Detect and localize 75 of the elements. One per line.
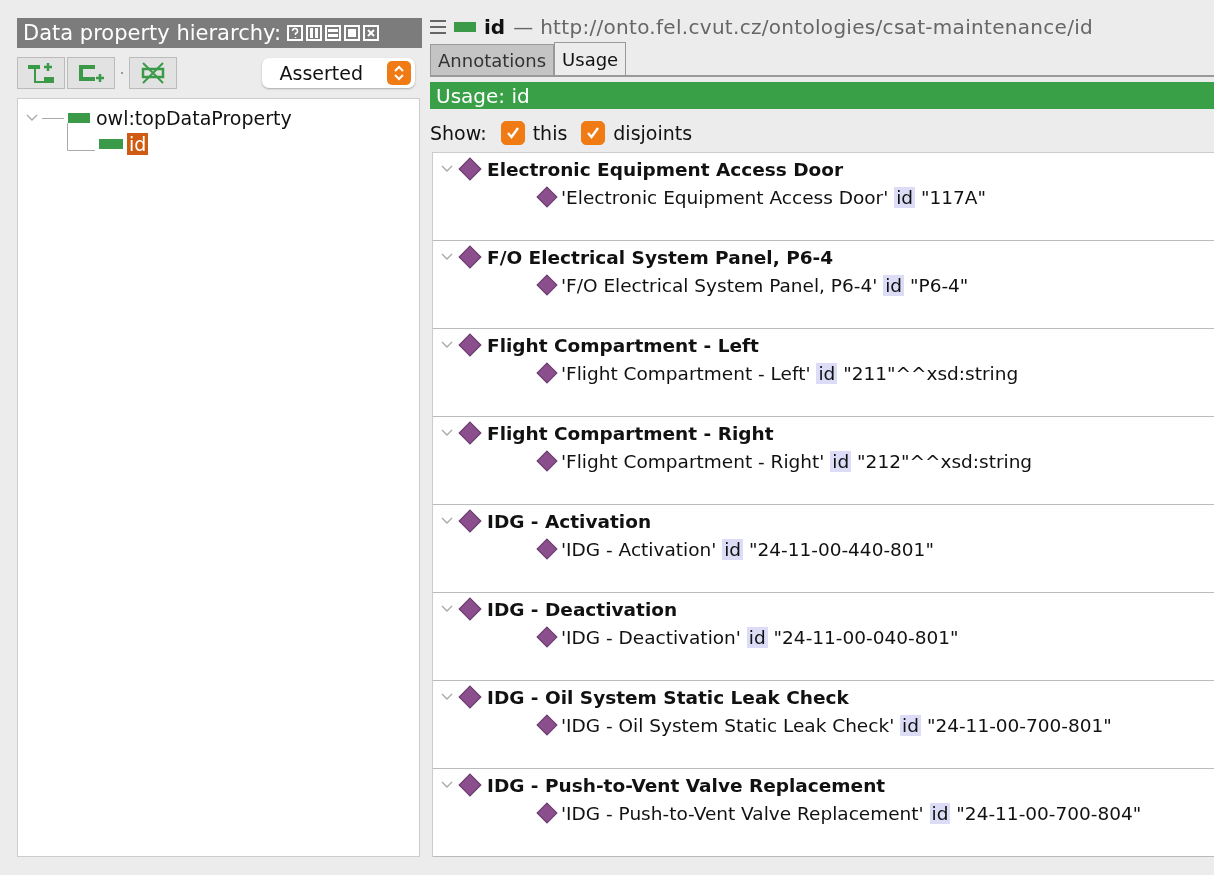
chevron-icon[interactable] [441,781,453,789]
tab[interactable]: Annotations [430,44,555,75]
close-icon[interactable] [362,25,379,41]
axiom-text: 'IDG - Oil System Static Leak Check' id "24-11-00-700-801" [561,714,1112,736]
chevron-icon[interactable] [441,165,453,173]
diamond-icon [458,333,482,357]
usage-heading: F/O Electrical System Panel, P6-4 [487,246,834,268]
diamond-icon [458,509,482,533]
mode-dropdown[interactable]: Asserted [261,58,415,88]
axiom-text: 'F/O Electrical System Panel, P6-4' id "P6-4" [561,274,969,296]
checkmark-icon [505,125,520,140]
data-property-icon [99,139,123,149]
checkbox[interactable] [500,120,525,145]
split-vertical-icon[interactable] [305,25,322,41]
menu-icon[interactable] [430,20,446,34]
chevron-icon[interactable] [441,341,453,349]
diamond-icon [458,157,482,181]
diamond-icon [458,685,482,709]
diamond-icon [536,538,558,560]
diamond-icon [458,421,482,445]
data-property-icon [68,113,90,123]
entity-name: id [484,18,506,39]
maximize-icon[interactable] [343,25,360,41]
axiom-text: 'IDG - Push-to-Vent Valve Replacement' id "24-11-00-700-804" [561,802,1142,824]
chevron-icon[interactable] [441,253,453,261]
tree-line [67,123,95,151]
diamond-icon [536,626,558,648]
usage-title-bar: Usage: id [430,82,1214,110]
axiom-text: 'Electronic Equipment Access Door' id "117A" [561,186,986,208]
show-label: Show: [430,121,487,144]
diamond-icon [536,186,558,208]
entity-iri: — http://onto.fel.cvut.cz/ontologies/csat-maintenance/id [513,18,1094,39]
tab[interactable]: Usage [554,42,627,75]
diamond-icon [458,245,482,269]
axiom-text: 'Flight Compartment - Right' id "212"^^xsd:string [561,450,1033,472]
panel-title: Data property hierarchy: [23,21,281,45]
usage-heading: Flight Compartment - Right [487,422,774,444]
help-icon[interactable] [286,25,303,41]
axiom-text: 'Flight Compartment - Left' id "211"^^xsd:string [561,362,1019,384]
checkmark-icon [586,125,601,140]
diamond-icon [536,274,558,296]
diamond-icon [458,773,482,797]
chevron-icon[interactable] [441,693,453,701]
checkbox[interactable] [581,120,606,145]
add-subproperty-button[interactable] [17,57,65,89]
split-horizontal-icon[interactable] [324,25,341,41]
delete-button[interactable] [129,57,177,89]
add-sibling-button[interactable] [67,57,115,89]
add-subproperty-icon [26,62,56,84]
usage-heading: IDG - Deactivation [487,598,678,620]
data-property-icon [454,22,476,32]
delete-icon [139,61,167,85]
usage-heading: Electronic Equipment Access Door [487,158,844,180]
diamond-icon [536,450,558,472]
checkbox-label[interactable]: this [532,121,568,144]
usage-heading: Flight Compartment - Left [487,334,759,356]
chevron-icon[interactable] [441,605,453,613]
tree-item[interactable]: owl:topDataProperty [94,107,294,129]
usage-heading: IDG - Oil System Static Leak Check [487,686,849,708]
diamond-icon [536,714,558,736]
chevron-icon[interactable] [26,114,38,122]
checkbox-label[interactable]: disjoints [613,121,693,144]
diamond-icon [536,802,558,824]
diamond-icon [458,597,482,621]
usage-heading: IDG - Push-to-Vent Valve Replacement [487,774,886,796]
stepper-icon [387,61,411,85]
chevron-icon[interactable] [441,429,453,437]
tree-line [42,117,64,119]
usage-heading: IDG - Activation [487,510,652,532]
diamond-icon [536,362,558,384]
add-sibling-icon [76,62,106,84]
chevron-icon[interactable] [441,517,453,525]
axiom-text: 'IDG - Activation' id "24-11-00-440-801" [561,538,934,560]
axiom-text: 'IDG - Deactivation' id "24-11-00-040-801" [561,626,959,648]
tree-item[interactable]: id [127,133,149,155]
